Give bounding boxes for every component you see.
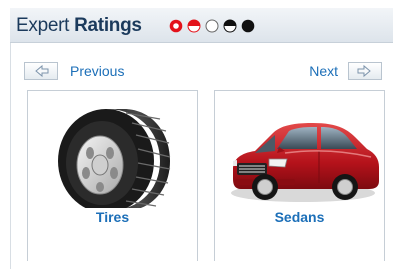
arrow-right-icon[interactable] bbox=[348, 62, 382, 81]
previous-button[interactable]: Previous bbox=[24, 62, 124, 81]
next-button[interactable]: Next bbox=[309, 62, 382, 81]
rating-dot-full-black-icon bbox=[241, 19, 255, 33]
rating-dot-half-black-icon bbox=[223, 19, 237, 33]
category-card-sedans[interactable]: Sedans bbox=[214, 90, 385, 261]
rating-dot-full-red-icon bbox=[169, 19, 183, 33]
tire-image[interactable] bbox=[28, 103, 197, 208]
header-title-bold: Ratings bbox=[74, 15, 142, 36]
rating-dot-half-red-icon bbox=[187, 19, 201, 33]
left-divider bbox=[10, 43, 11, 269]
header-title: Expert Ratings bbox=[16, 15, 142, 37]
expert-ratings-header: Expert Ratings bbox=[10, 8, 393, 43]
header-title-regular: Expert bbox=[16, 15, 70, 36]
category-label-sedans[interactable]: Sedans bbox=[215, 209, 384, 225]
category-label-tires[interactable]: Tires bbox=[28, 209, 197, 225]
next-label[interactable]: Next bbox=[309, 63, 338, 79]
rating-dot-empty-icon bbox=[205, 19, 219, 33]
previous-label[interactable]: Previous bbox=[70, 63, 124, 79]
arrow-left-icon[interactable] bbox=[24, 62, 58, 81]
rating-legend-dots bbox=[169, 19, 255, 33]
sedan-car-image[interactable] bbox=[215, 103, 384, 208]
category-card-tires[interactable]: Tires bbox=[27, 90, 198, 261]
